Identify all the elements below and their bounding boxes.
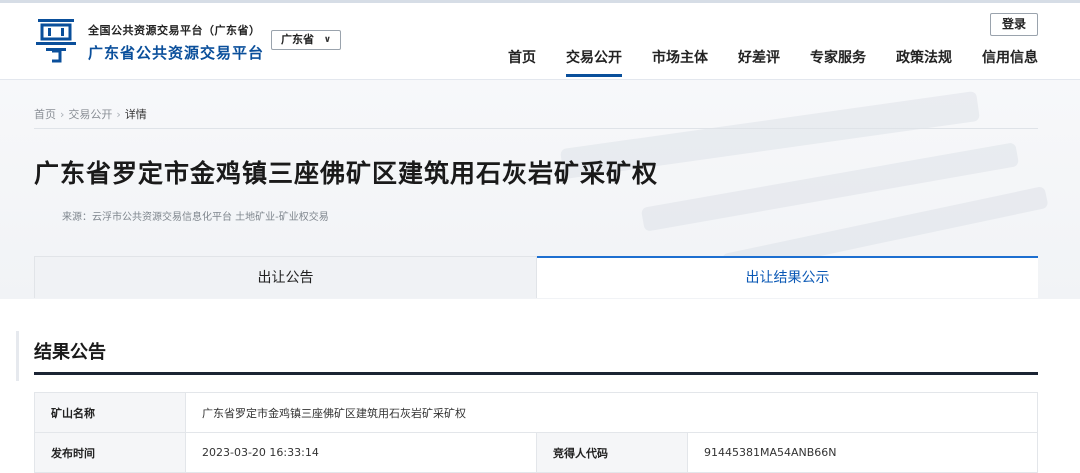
- platform-logo-icon[interactable]: [34, 17, 78, 63]
- publish-time-value: 2023-03-20 16:33:14: [185, 432, 537, 473]
- table-row: 矿山名称 广东省罗定市金鸡镇三座佛矿区建筑用石灰岩矿采矿权: [34, 392, 1038, 433]
- breadcrumb-separator: ›: [116, 108, 121, 121]
- nav-item-evaluation[interactable]: 好差评: [738, 47, 780, 75]
- nav-item-home[interactable]: 首页: [508, 47, 536, 75]
- breadcrumb-current: 详情: [124, 108, 147, 121]
- region-select[interactable]: 广东省 ∨: [271, 30, 341, 50]
- tab-transfer-result[interactable]: 出让结果公示: [537, 256, 1038, 298]
- table-row: 发布时间 2023-03-20 16:33:14 竞得人代码 91445381M…: [34, 432, 1038, 473]
- section-title: 结果公告: [34, 342, 106, 363]
- breadcrumb-divider: [34, 128, 1038, 129]
- breadcrumb-home[interactable]: 首页: [34, 108, 56, 121]
- section-accent: [16, 331, 19, 381]
- tab-transfer-announcement[interactable]: 出让公告: [34, 256, 537, 298]
- bidder-code-label: 竞得人代码: [536, 432, 688, 473]
- site-header: 全国公共资源交易平台（广东省） 广东省公共资源交易平台 广东省 ∨ 登录 首页 …: [0, 3, 1080, 80]
- chevron-down-icon: ∨: [323, 35, 331, 45]
- mine-name-value: 广东省罗定市金鸡镇三座佛矿区建筑用石灰岩矿采矿权: [185, 392, 1038, 433]
- platform-subtitle: 全国公共资源交易平台（广东省）: [88, 24, 261, 37]
- detail-tabs: 出让公告 出让结果公示: [34, 256, 1038, 298]
- nav-item-credit[interactable]: 信用信息: [982, 47, 1038, 75]
- nav-item-trade-public[interactable]: 交易公开: [566, 47, 622, 77]
- mine-name-label: 矿山名称: [34, 392, 186, 433]
- nav-item-policy[interactable]: 政策法规: [896, 47, 952, 75]
- bidder-code-value: 91445381MA54ANB66N: [687, 432, 1038, 473]
- nav-item-market-entities[interactable]: 市场主体: [652, 47, 708, 75]
- result-info-table: 矿山名称 广东省罗定市金鸡镇三座佛矿区建筑用石灰岩矿采矿权 发布时间 2023-…: [34, 392, 1038, 473]
- breadcrumb-separator: ›: [60, 108, 65, 121]
- platform-name[interactable]: 广东省公共资源交易平台: [88, 42, 264, 63]
- main-nav: 首页 交易公开 市场主体 好差评 专家服务 政策法规 信用信息: [478, 47, 1038, 77]
- section-divider: [34, 372, 1038, 375]
- breadcrumb-trade-public[interactable]: 交易公开: [68, 108, 112, 121]
- source-info: 来源：云浮市公共资源交易信息化平台 土地矿业-矿业权交易: [62, 212, 329, 223]
- publish-time-label: 发布时间: [34, 432, 186, 473]
- region-select-value: 广东省: [281, 33, 314, 46]
- nav-item-expert-service[interactable]: 专家服务: [810, 47, 866, 75]
- page-title: 广东省罗定市金鸡镇三座佛矿区建筑用石灰岩矿采矿权: [34, 159, 659, 188]
- login-button[interactable]: 登录: [990, 13, 1038, 36]
- breadcrumb: 首页 › 交易公开 › 详情: [34, 106, 147, 122]
